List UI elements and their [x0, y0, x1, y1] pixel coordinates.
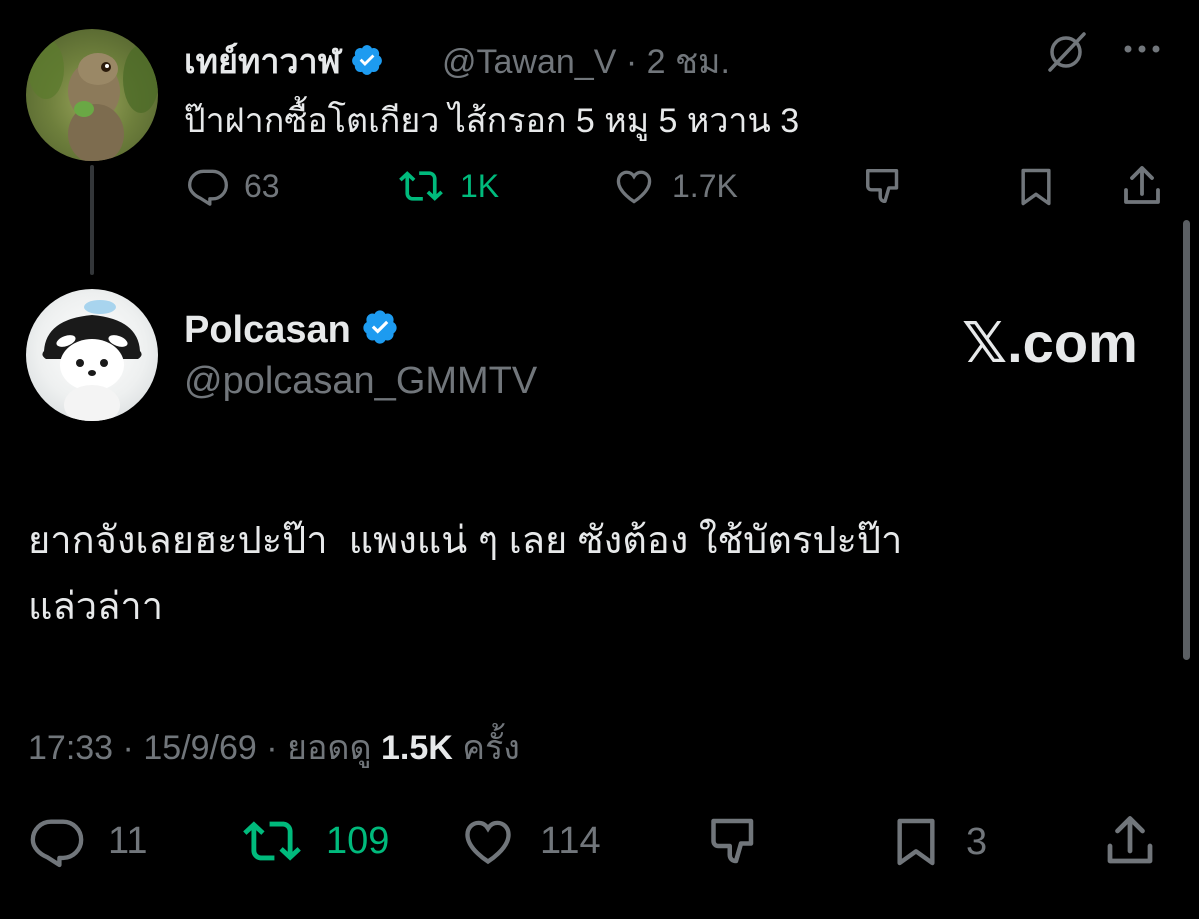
main-tweet-text-line2: แล่วล่าา	[28, 586, 164, 628]
reply-icon	[30, 819, 84, 868]
quoted-time-ago[interactable]: 2 ชม.	[647, 43, 730, 81]
heart-icon	[616, 170, 652, 204]
tweet-time[interactable]: 17:33	[28, 729, 113, 767]
main-repost-button[interactable]: 109	[240, 812, 389, 870]
quoted-bookmark-button[interactable]	[1014, 164, 1058, 210]
scrollbar[interactable]	[1183, 220, 1190, 660]
views-count: 1.5K	[380, 729, 453, 767]
main-display-name[interactable]: Polcasan	[184, 308, 399, 356]
quoted-like-button[interactable]: 1.7K	[610, 164, 738, 208]
main-tweet-text: ยากจังเลยฮะปะป๊า แพงแน่ ๆ เลย ซังต้อง ใช…	[28, 508, 1148, 640]
x-com-watermark: 𝕏.com	[962, 311, 1138, 374]
quoted-share-button[interactable]	[1118, 162, 1166, 210]
share-icon	[1124, 166, 1160, 204]
more-options-icon[interactable]	[1120, 34, 1164, 69]
main-dislike-button[interactable]	[706, 810, 766, 872]
quoted-tweet-text: ป๊าฝากซื้อโตเกียว ไส้กรอก 5 หมู 5 หวาน 3	[184, 102, 800, 140]
quoted-repost-button[interactable]: 1K	[396, 164, 499, 208]
avatar-tawan-image	[28, 39, 158, 161]
repost-icon	[399, 171, 443, 201]
dislike-icon	[866, 168, 899, 204]
verified-badge-icon	[350, 43, 384, 86]
quoted-dislike-button[interactable]	[862, 162, 908, 210]
reply-icon	[188, 169, 228, 206]
tweet-meta: 17:33 · 15/9/69 · ยอดดู 1.5K ครั้ง	[28, 729, 520, 767]
quoted-handle[interactable]: @Tawan_V	[442, 43, 616, 81]
main-share-button[interactable]	[1100, 810, 1160, 872]
verified-badge-icon	[361, 308, 399, 356]
tweet-date[interactable]: 15/9/69	[143, 729, 256, 767]
avatar-polcasan-image	[42, 300, 142, 421]
quoted-display-name[interactable]: เทย์ทาวาฬ	[184, 34, 384, 88]
heart-icon	[465, 820, 511, 865]
views-label: ยอดดู	[287, 729, 372, 767]
main-reply-button[interactable]: 11	[28, 812, 147, 870]
repost-icon	[243, 821, 301, 861]
dislike-icon	[711, 818, 754, 864]
bookmark-icon	[1021, 168, 1051, 206]
grok-icon[interactable]	[1042, 28, 1090, 81]
bookmark-icon	[897, 818, 935, 866]
thread-connector-line	[90, 165, 94, 275]
views-suffix: ครั้ง	[462, 729, 520, 767]
main-bookmark-button[interactable]: 3	[888, 812, 987, 872]
avatar-polcasan[interactable]	[26, 289, 158, 421]
main-handle[interactable]: @polcasan_GMMTV	[184, 360, 537, 403]
quoted-reply-button[interactable]: 63	[186, 164, 280, 208]
avatar-tawan[interactable]	[26, 29, 158, 161]
share-icon	[1107, 816, 1153, 864]
main-tweet-text-line1: ยากจังเลยฮะปะป๊า แพงแน่ ๆ เลย ซังต้อง ใช…	[28, 520, 903, 562]
main-like-button[interactable]: 114	[458, 812, 601, 870]
quoted-handle-time: @Tawan_V · 2 ชม.	[442, 43, 730, 81]
